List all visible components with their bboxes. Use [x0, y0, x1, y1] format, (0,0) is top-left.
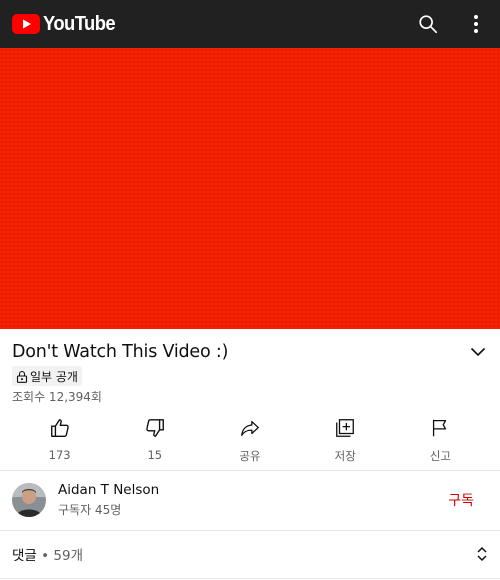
like-count: 173: [48, 448, 71, 462]
share-icon: [238, 416, 262, 440]
unlisted-lock-icon: [16, 370, 30, 383]
channel-row[interactable]: Aidan T Nelson 구독자 45명 구독: [12, 482, 488, 518]
channel-name[interactable]: Aidan T Nelson: [58, 482, 159, 498]
action-bar: 173 15 공유 저장 신고: [12, 412, 488, 464]
dislike-button[interactable]: 15: [107, 412, 202, 464]
comments-separator: •: [41, 548, 50, 564]
share-label: 공유: [239, 449, 261, 463]
divider: [0, 530, 500, 531]
video-player[interactable]: [0, 48, 500, 329]
save-button[interactable]: 저장: [298, 412, 393, 464]
privacy-badge: 일부 공개: [12, 366, 82, 386]
chevron-down-icon[interactable]: [468, 342, 488, 362]
subscribe-button[interactable]: 구독: [448, 490, 474, 510]
comments-count: 59개: [53, 548, 84, 564]
comments-label: 댓글: [12, 548, 37, 564]
report-label: 신고: [429, 449, 451, 463]
report-button[interactable]: 신고: [393, 412, 488, 464]
thumb-down-icon: [143, 416, 167, 440]
video-title-row[interactable]: Don't Watch This Video :): [12, 342, 488, 362]
expand-collapse-icon[interactable]: [476, 545, 488, 563]
more-vert-icon[interactable]: [464, 12, 488, 36]
save-label: 저장: [334, 449, 356, 463]
view-count: 조회수 12,394회: [12, 390, 102, 404]
privacy-badge-label: 일부 공개: [30, 369, 78, 384]
divider: [0, 470, 500, 471]
youtube-logo-icon: [12, 14, 40, 34]
channel-avatar[interactable]: [12, 483, 46, 517]
search-icon[interactable]: [416, 12, 440, 36]
share-button[interactable]: 공유: [202, 412, 297, 464]
video-title: Don't Watch This Video :): [12, 342, 229, 362]
youtube-logo[interactable]: YouTube: [12, 13, 121, 36]
subscriber-count: 구독자 45명: [58, 503, 122, 517]
comments-section-header[interactable]: 댓글 • 59개: [12, 542, 488, 566]
thumb-up-icon: [48, 416, 72, 440]
logo-text: YouTube: [43, 12, 116, 35]
report-flag-icon: [428, 416, 452, 440]
like-button[interactable]: 173: [12, 412, 107, 464]
top-app-bar: YouTube: [0, 0, 500, 48]
save-playlist-icon: [333, 416, 357, 440]
divider: [0, 578, 500, 579]
dislike-count: 15: [147, 448, 163, 462]
